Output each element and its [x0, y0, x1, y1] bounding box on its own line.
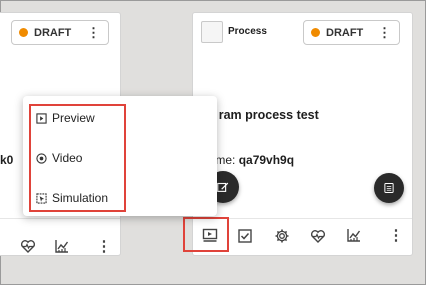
more-vertical-icon[interactable]: ⋮	[386, 225, 406, 245]
analytics-chart-icon[interactable]	[344, 225, 364, 245]
process-description: Th ram process test	[200, 108, 319, 122]
document-fab-button[interactable]	[374, 173, 404, 203]
more-vertical-icon[interactable]: ⋮	[378, 26, 391, 39]
more-vertical-icon[interactable]: ⋮	[94, 236, 114, 255]
menu-items-highlight	[29, 104, 126, 212]
draft-status-dot	[19, 28, 28, 37]
process-thumbnail	[201, 21, 223, 43]
checkbox-icon[interactable]	[235, 226, 255, 246]
health-heart-icon[interactable]	[18, 236, 38, 255]
toolbar-divider	[0, 218, 120, 219]
process-type-label: Process	[228, 26, 267, 37]
document-list-icon	[384, 183, 394, 193]
status-dropdown[interactable]: DRAFT ⋮	[11, 20, 109, 45]
settings-gear-icon[interactable]	[272, 226, 292, 246]
status-dropdown[interactable]: DRAFT ⋮	[303, 20, 400, 45]
status-label: DRAFT	[34, 26, 72, 39]
draft-status-dot	[311, 28, 320, 37]
preview-button-highlight	[183, 217, 229, 252]
name-value: qa79vh9q	[238, 153, 295, 167]
analytics-chart-icon[interactable]	[52, 236, 72, 255]
status-label: DRAFT	[326, 26, 364, 39]
edit-pencil-icon	[217, 182, 229, 192]
more-vertical-icon[interactable]: ⋮	[87, 26, 100, 39]
truncated-name-text: k0	[0, 153, 14, 167]
health-heart-icon[interactable]	[308, 226, 328, 246]
